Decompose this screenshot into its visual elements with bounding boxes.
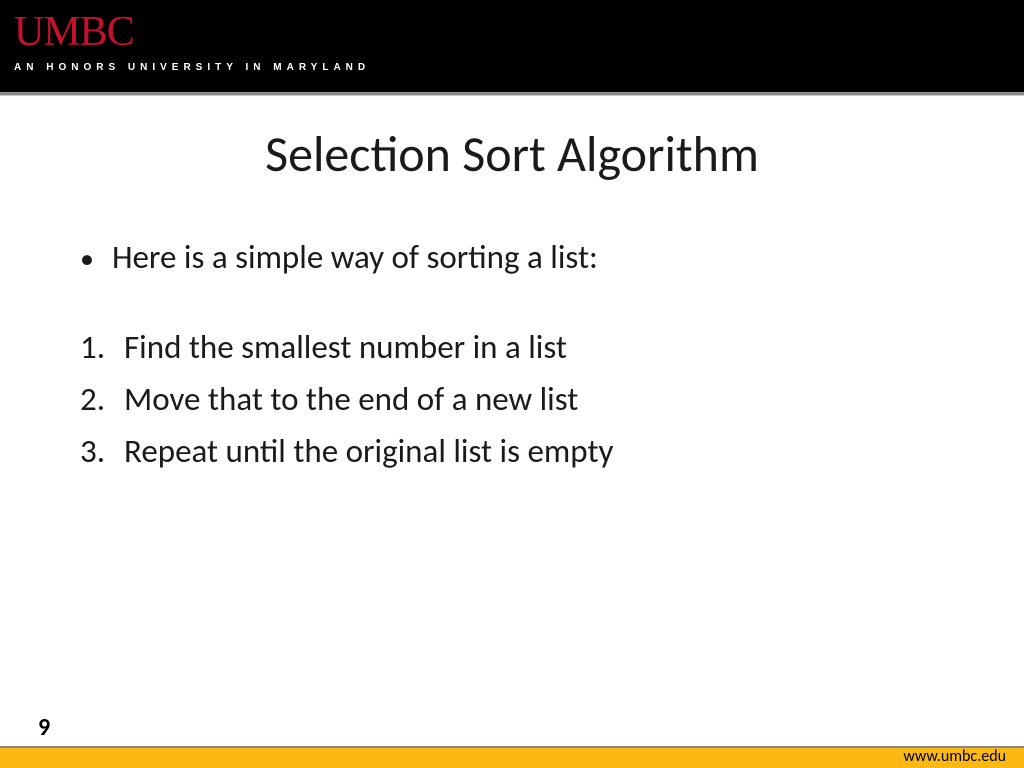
list-item: 3. Repeat until the original list is emp… — [80, 431, 974, 471]
step-text: Move that to the end of a new list — [124, 379, 578, 419]
list-item: 1. Find the smallest number in a list — [80, 327, 974, 367]
slide-footer: 9 www.umbc.edu — [0, 740, 1024, 768]
intro-text: Here is a simple way of sorting a list: — [112, 237, 598, 277]
list-item: 2. Move that to the end of a new list — [80, 379, 974, 419]
bullet-icon: • — [80, 245, 94, 273]
steps-list: 1. Find the smallest number in a list 2.… — [80, 327, 974, 471]
step-number: 2. — [80, 379, 124, 419]
page-number: 9 — [38, 713, 50, 742]
umbc-tagline: AN HONORS UNIVERSITY IN MARYLAND — [14, 62, 370, 73]
slide-header: UMBC AN HONORS UNIVERSITY IN MARYLAND — [0, 0, 1024, 92]
step-number: 3. — [80, 431, 124, 471]
footer-bar: www.umbc.edu — [0, 746, 1024, 768]
slide-title: Selection Sort Algorithm — [50, 124, 974, 185]
slide-content: Selection Sort Algorithm • Here is a sim… — [0, 96, 1024, 471]
step-text: Repeat until the original list is empty — [124, 431, 613, 471]
footer-url: www.umbc.edu — [903, 747, 1006, 766]
step-text: Find the smallest number in a list — [124, 327, 567, 367]
umbc-logo: UMBC — [14, 8, 134, 56]
step-number: 1. — [80, 327, 124, 367]
intro-bullet: • Here is a simple way of sorting a list… — [80, 237, 974, 277]
